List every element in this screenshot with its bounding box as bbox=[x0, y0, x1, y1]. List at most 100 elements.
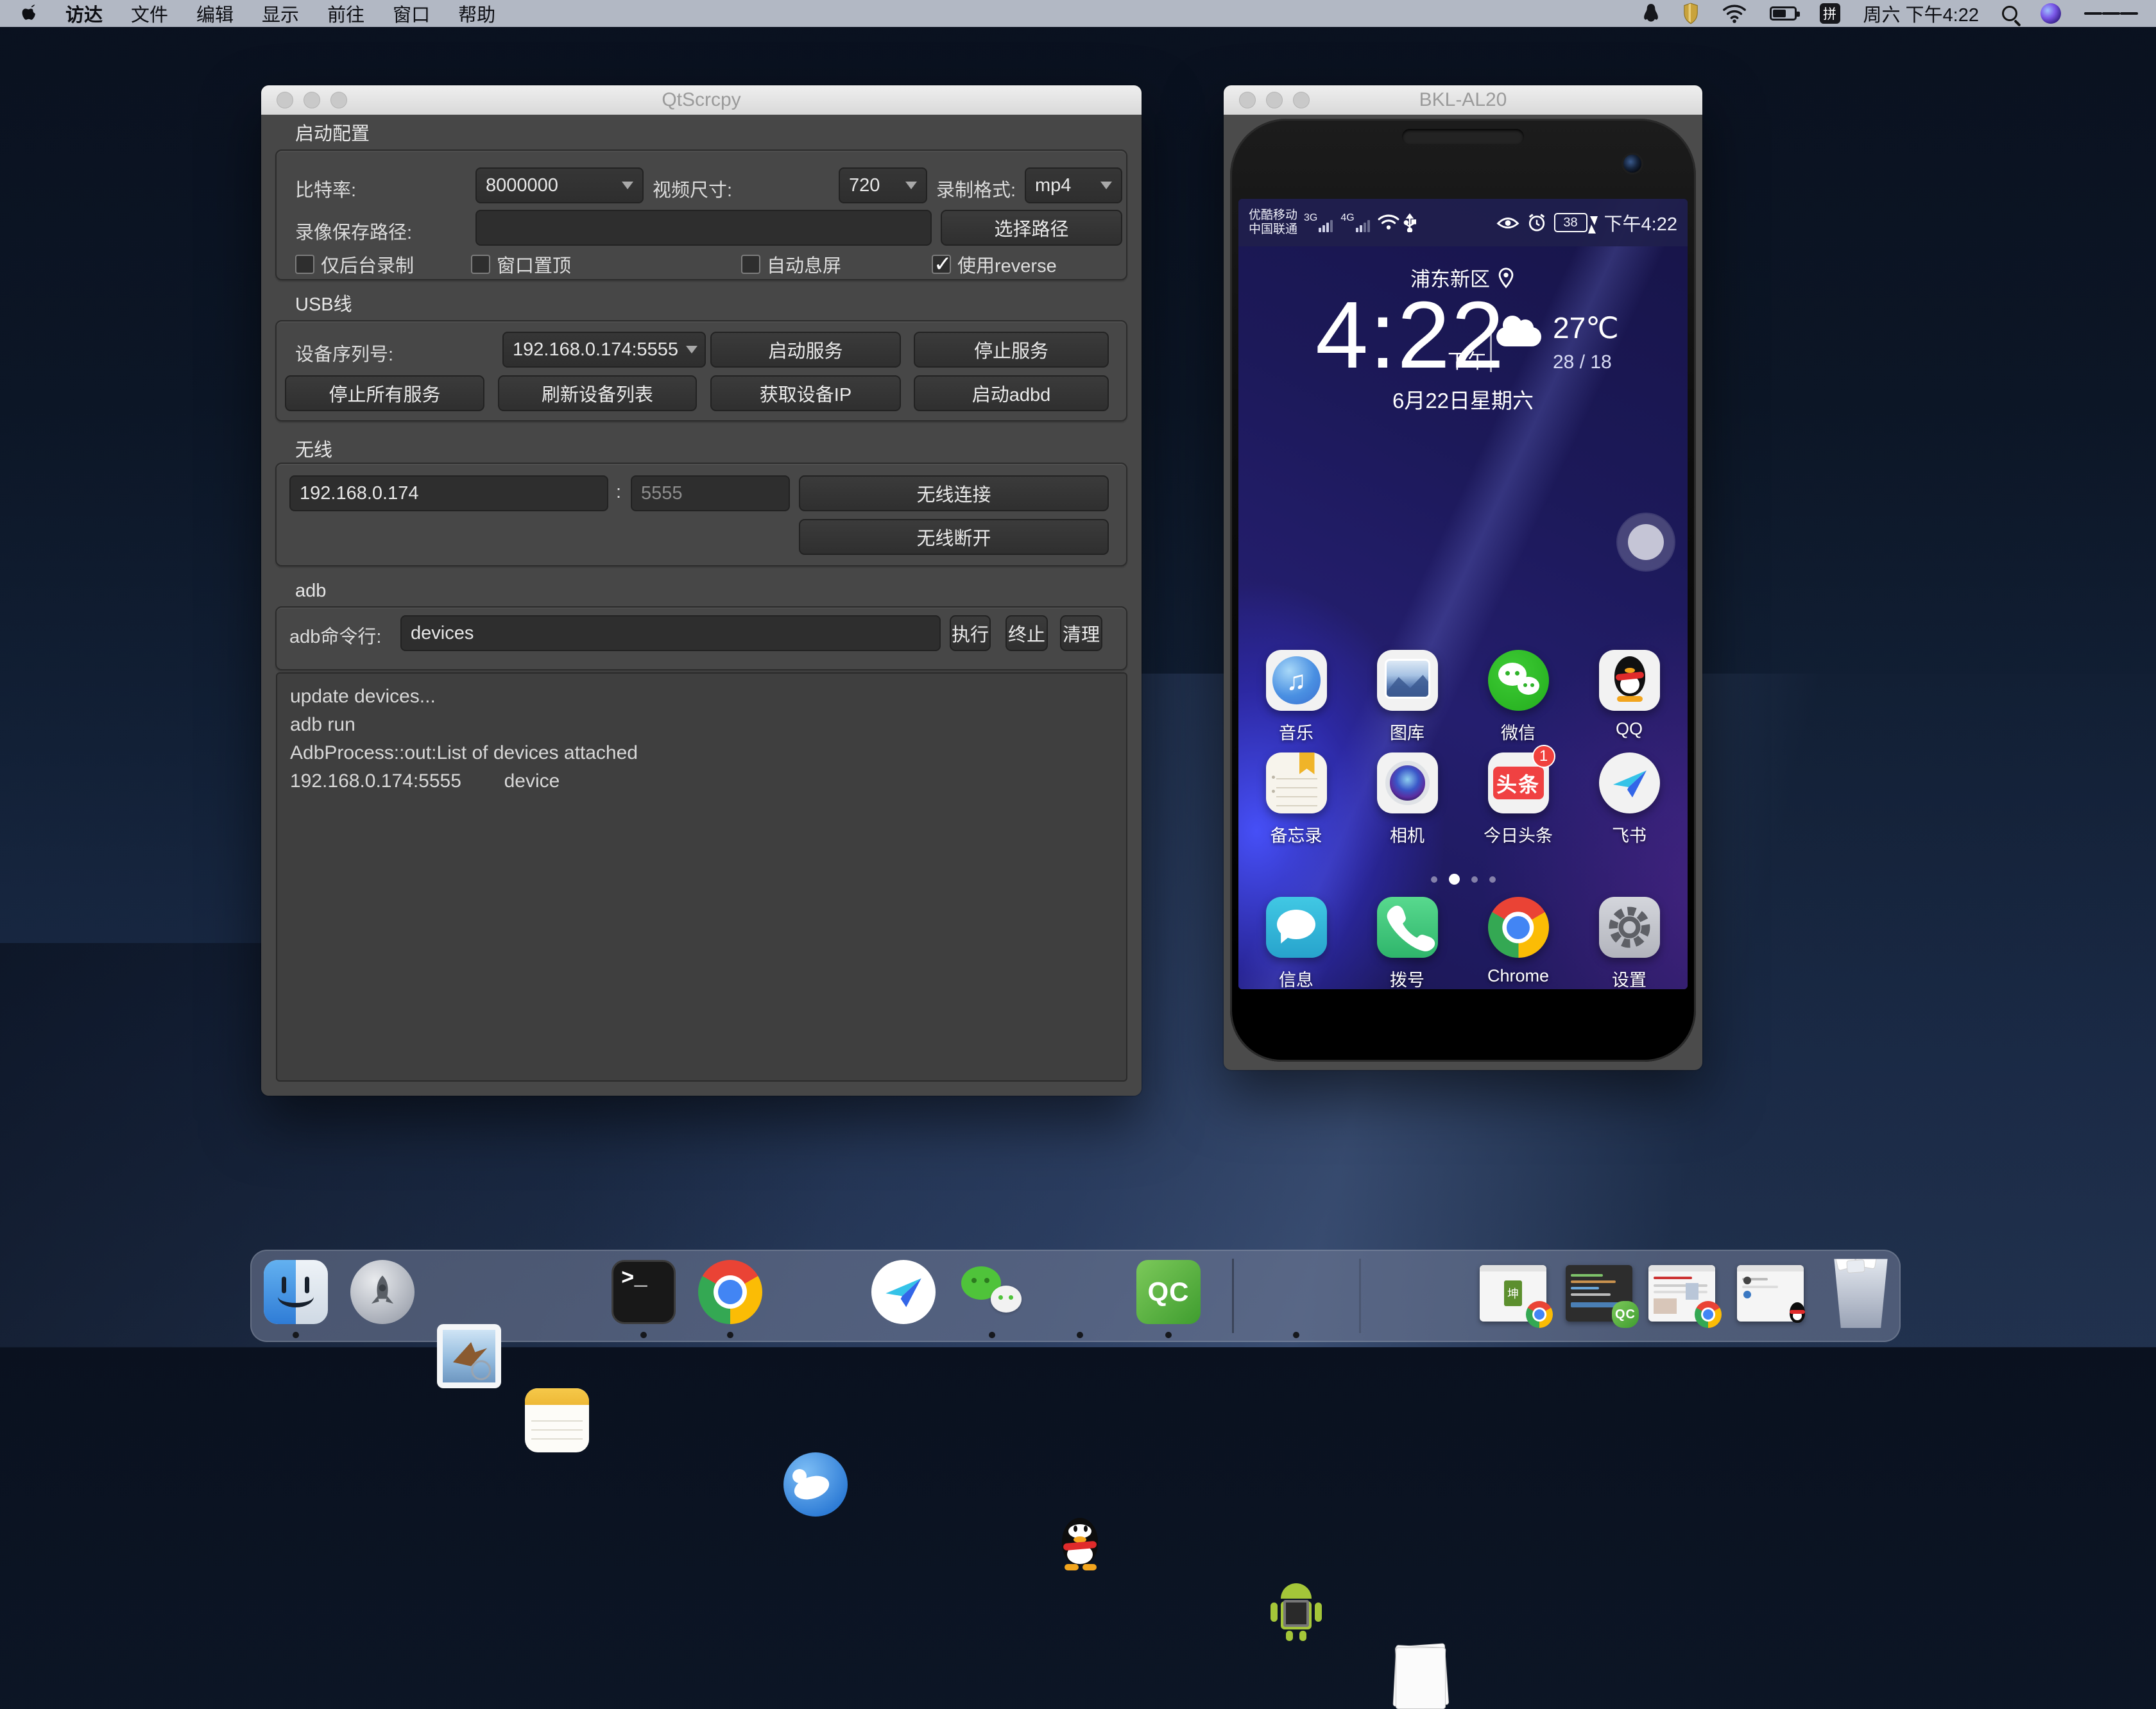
qtscrcpy-titlebar[interactable]: QtScrcpy bbox=[261, 85, 1142, 115]
app-camera[interactable]: 相机 bbox=[1355, 752, 1460, 847]
video-size-combobox[interactable]: 720 bbox=[839, 167, 927, 203]
notification-center-icon[interactable] bbox=[2084, 9, 2138, 18]
dock-documents-stack-icon[interactable] bbox=[1388, 1645, 1452, 1709]
dock-qq-icon[interactable] bbox=[1048, 1517, 1112, 1581]
stop-service-button[interactable]: 停止服务 bbox=[914, 332, 1109, 368]
start-service-button[interactable]: 启动服务 bbox=[710, 332, 901, 368]
checkbox-auto-screen-off[interactable]: 自动息屏 bbox=[741, 251, 841, 278]
app-gallery[interactable]: 图库 bbox=[1355, 650, 1460, 744]
widget-divider bbox=[1490, 305, 1492, 372]
dock-mail-icon[interactable] bbox=[437, 1324, 501, 1388]
checkbox-background-record[interactable]: 仅后台录制 bbox=[295, 251, 414, 278]
battery-menubar-icon[interactable] bbox=[1770, 6, 1797, 21]
dock-feishu-icon[interactable] bbox=[871, 1260, 936, 1324]
menu-help[interactable]: 帮助 bbox=[458, 0, 495, 27]
menu-go[interactable]: 前往 bbox=[327, 0, 364, 27]
app-toutiao[interactable]: 头条 1 今日头条 bbox=[1466, 752, 1571, 847]
running-indicator bbox=[640, 1332, 647, 1338]
window-title: BKL-AL20 bbox=[1419, 89, 1507, 111]
get-device-ip-button[interactable]: 获取设备IP bbox=[710, 375, 901, 411]
checkbox-always-on-top[interactable]: 窗口置顶 bbox=[471, 251, 571, 278]
menu-view[interactable]: 显示 bbox=[262, 0, 299, 27]
adb-log-output[interactable]: update devices... adb run AdbProcess::ou… bbox=[276, 672, 1127, 1082]
cloud-icon bbox=[1496, 327, 1541, 346]
app-settings[interactable]: 设置 bbox=[1577, 897, 1682, 989]
wifi-menubar-icon[interactable] bbox=[1722, 4, 1747, 23]
adb-command-input[interactable] bbox=[400, 615, 941, 651]
dock-launchpad-icon[interactable] bbox=[350, 1260, 415, 1324]
qq-icon bbox=[1599, 650, 1660, 711]
app-messages[interactable]: 信息 bbox=[1244, 897, 1349, 989]
widget-date[interactable]: 6月22日星期六 bbox=[1238, 384, 1688, 414]
dock-notes-icon[interactable] bbox=[525, 1388, 589, 1452]
adb-execute-button[interactable]: 执行 bbox=[950, 615, 991, 651]
adb-terminate-button[interactable]: 终止 bbox=[1005, 615, 1048, 651]
dock-qtcreator-icon[interactable]: QC bbox=[1136, 1260, 1201, 1324]
checkbox-box bbox=[741, 255, 760, 274]
zoom-button[interactable] bbox=[330, 92, 347, 108]
app-notes[interactable]: 备忘录 bbox=[1244, 752, 1349, 847]
menubar-clock[interactable]: 周六 下午4:22 bbox=[1863, 0, 1980, 27]
close-button[interactable] bbox=[1239, 92, 1256, 108]
phone-screen[interactable]: 优酷移动 中国联通 3G 4G 38 下午4:22 浦东新区 bbox=[1238, 199, 1688, 989]
qq-menubar-icon[interactable] bbox=[1643, 3, 1659, 24]
checkbox-box bbox=[295, 255, 314, 274]
dock-chrome-icon[interactable] bbox=[698, 1260, 762, 1324]
battery-percent-badge: 38 bbox=[1554, 213, 1587, 232]
menu-finder[interactable]: 访达 bbox=[65, 0, 103, 27]
bitrate-combobox[interactable]: 8000000 bbox=[475, 167, 644, 203]
choose-path-button[interactable]: 选择路径 bbox=[941, 210, 1122, 246]
chrome-badge-icon bbox=[1526, 1301, 1553, 1328]
dock-scrcpy-android-icon[interactable] bbox=[1264, 1581, 1328, 1645]
dock-sea-lion-app-icon[interactable] bbox=[783, 1452, 848, 1517]
app-label: 相机 bbox=[1390, 822, 1425, 847]
close-button[interactable] bbox=[277, 92, 293, 108]
stop-all-services-button[interactable]: 停止所有服务 bbox=[285, 375, 484, 411]
minimize-button[interactable] bbox=[304, 92, 320, 108]
app-feishu[interactable]: 飞书 bbox=[1577, 752, 1682, 847]
app-label: 备忘录 bbox=[1270, 822, 1322, 847]
video-size-label: 视频尺寸: bbox=[653, 175, 732, 202]
wireless-connect-button[interactable]: 无线连接 bbox=[799, 475, 1109, 511]
app-chrome[interactable]: Chrome bbox=[1466, 897, 1571, 986]
wireless-port-input[interactable] bbox=[631, 475, 790, 511]
minimized-window-chrome[interactable]: 坤 bbox=[1480, 1265, 1546, 1322]
input-method-icon[interactable]: 拼 bbox=[1820, 3, 1840, 24]
record-format-combobox[interactable]: mp4 bbox=[1025, 167, 1122, 203]
wechat-icon bbox=[1488, 650, 1549, 711]
chevron-down-icon bbox=[1100, 182, 1112, 189]
camera-icon bbox=[1377, 752, 1438, 813]
adb-clear-button[interactable]: 清理 bbox=[1060, 615, 1102, 651]
app-wechat[interactable]: 微信 bbox=[1466, 650, 1571, 744]
minimized-window-chrome-2[interactable] bbox=[1648, 1265, 1715, 1322]
minimized-window-qtcreator[interactable]: QC bbox=[1566, 1265, 1632, 1322]
zoom-button[interactable] bbox=[1293, 92, 1310, 108]
app-dialer[interactable]: 拨号 bbox=[1355, 897, 1460, 989]
siri-icon[interactable] bbox=[2041, 3, 2061, 24]
dock-wechat-icon[interactable] bbox=[960, 1260, 1024, 1324]
menu-window[interactable]: 窗口 bbox=[393, 0, 430, 27]
menu-edit[interactable]: 编辑 bbox=[196, 0, 234, 27]
minimize-button[interactable] bbox=[1266, 92, 1283, 108]
menu-file[interactable]: 文件 bbox=[131, 0, 168, 27]
record-path-input[interactable] bbox=[475, 210, 932, 246]
minimized-window-qq[interactable] bbox=[1737, 1265, 1804, 1322]
app-music[interactable]: ♫ 音乐 bbox=[1244, 650, 1349, 744]
apple-menu-icon[interactable] bbox=[22, 3, 40, 24]
phone-window-titlebar[interactable]: BKL-AL20 bbox=[1224, 85, 1702, 115]
widget-temperature[interactable]: 27℃ bbox=[1553, 310, 1619, 345]
dock-finder-icon[interactable] bbox=[264, 1260, 328, 1324]
refresh-device-list-button[interactable]: 刷新设备列表 bbox=[498, 375, 697, 411]
app-qq[interactable]: QQ bbox=[1577, 650, 1682, 739]
wireless-ip-input[interactable] bbox=[289, 475, 608, 511]
device-serial-combobox[interactable]: 192.168.0.174:5555 bbox=[502, 332, 706, 368]
device-serial-label: 设备序列号: bbox=[295, 339, 393, 366]
wireless-disconnect-button[interactable]: 无线断开 bbox=[799, 519, 1109, 555]
home-page-dots[interactable] bbox=[1238, 874, 1688, 885]
checkbox-use-reverse[interactable]: 使用reverse bbox=[932, 251, 1057, 278]
assistive-touch-ball[interactable] bbox=[1628, 524, 1664, 560]
dock-terminal-icon[interactable]: >_ bbox=[612, 1260, 676, 1324]
shield-menubar-icon[interactable] bbox=[1682, 3, 1699, 24]
spotlight-search-icon[interactable] bbox=[2002, 6, 2017, 21]
start-adbd-button[interactable]: 启动adbd bbox=[914, 375, 1109, 411]
